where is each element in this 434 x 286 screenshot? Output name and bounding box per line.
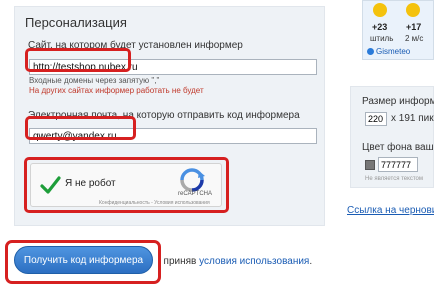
gismeteo-icon xyxy=(367,48,374,55)
bg-color-label: Цвет фона ваше xyxy=(362,142,434,153)
recaptcha-brand: reCAPTCHA xyxy=(178,191,213,197)
site-warning: На других сайтах информер работать не бу… xyxy=(29,86,204,95)
site-input[interactable] xyxy=(29,59,317,75)
email-input[interactable] xyxy=(29,128,317,144)
recaptcha-logo-icon xyxy=(180,168,205,192)
panel-title: Персонализация xyxy=(25,15,127,30)
accept-prefix: , приняв xyxy=(158,256,200,267)
recaptcha-terms[interactable]: Конфиденциальность - Условия использован… xyxy=(99,200,210,206)
weather-widget-preview: +23 +17 штиль 2 м/с Gismeteo xyxy=(362,0,434,60)
email-field-label: Электронная почта, на которую отправить … xyxy=(28,110,300,121)
draft-link[interactable]: Ссылка на черновик xyxy=(347,205,434,216)
color-swatch[interactable] xyxy=(365,160,375,170)
size-rest: x 191 пико xyxy=(391,113,434,124)
width-input[interactable] xyxy=(365,112,387,126)
terms-link[interactable]: условия использования xyxy=(199,256,309,267)
condition-2: 2 м/с xyxy=(405,34,424,43)
accept-suffix: . xyxy=(309,256,313,267)
checkmark-icon[interactable] xyxy=(39,174,61,196)
gismeteo-brand: Gismeteo xyxy=(367,47,410,56)
sun-icon xyxy=(373,3,387,17)
gismeteo-label: Gismeteo xyxy=(376,47,411,56)
settings-panel: Размер информе x 191 пико Цвет фона ваше… xyxy=(350,86,434,188)
captcha-label: Я не робот xyxy=(65,178,116,189)
color-note: Не является текстом xyxy=(365,176,423,182)
site-field-label: Сайт, на котором будет установлен информ… xyxy=(28,40,243,51)
site-hint: Входные домены через запятую "," xyxy=(29,76,160,85)
get-code-button[interactable]: Получить код информера xyxy=(14,246,153,274)
color-input[interactable] xyxy=(378,157,418,172)
recaptcha-widget[interactable]: Я не робот reCAPTCHA Конфиденциальность … xyxy=(30,163,222,207)
temperature-1: +23 xyxy=(372,22,388,32)
size-label: Размер информе xyxy=(362,96,434,107)
accept-terms-text: , приняв условия использования. xyxy=(158,256,312,267)
sun-icon xyxy=(406,3,420,17)
temperature-2: +17 xyxy=(406,22,422,32)
condition-1: штиль xyxy=(370,34,394,43)
